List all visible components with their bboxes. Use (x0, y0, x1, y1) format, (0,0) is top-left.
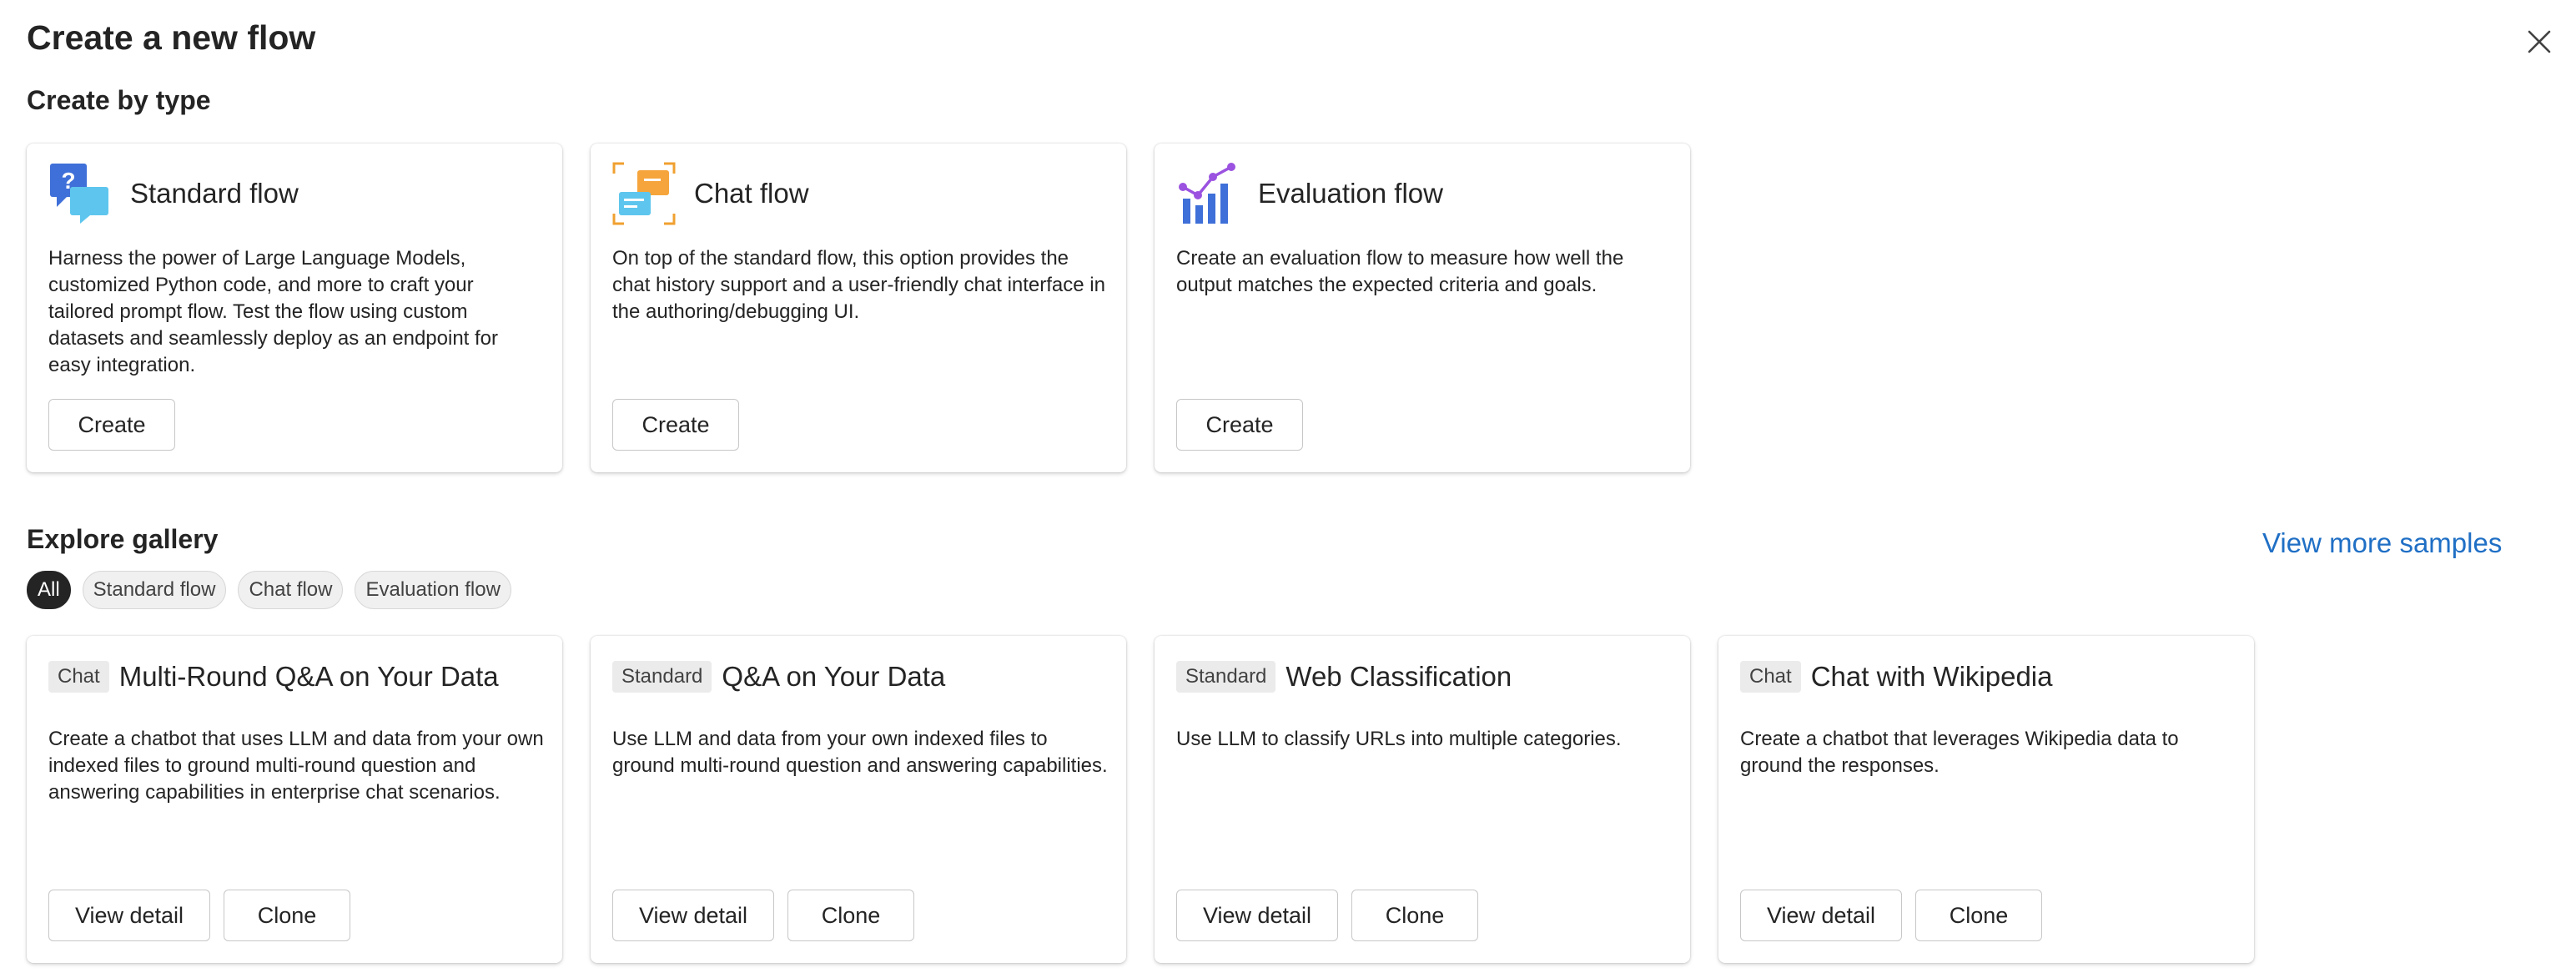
chat-flow-icon (612, 162, 676, 225)
gallery-card-qa-on-your-data: Standard Q&A on Your Data Use LLM and da… (591, 636, 1126, 963)
clone-button[interactable]: Clone (1351, 890, 1478, 941)
card-title: Standard flow (130, 178, 299, 209)
section-title-explore-gallery: Explore gallery (27, 524, 219, 554)
view-detail-button[interactable]: View detail (1176, 890, 1338, 941)
gallery-card-multi-round-qa: Chat Multi-Round Q&A on Your Data Create… (27, 636, 562, 963)
create-standard-flow-button[interactable]: Create (48, 399, 175, 451)
clone-button[interactable]: Clone (1915, 890, 2042, 941)
card-description: Create an evaluation flow to measure how… (1176, 247, 1624, 296)
section-title-create-by-type: Create by type (27, 85, 211, 115)
create-evaluation-flow-button[interactable]: Create (1176, 399, 1303, 451)
filter-pill-standard-flow[interactable]: Standard flow (82, 571, 227, 609)
card-title: Q&A on Your Data (722, 661, 946, 692)
close-button[interactable] (2523, 25, 2556, 58)
card-description: Create a chatbot that leverages Wikipedi… (1740, 728, 2179, 777)
card-description: Create a chatbot that uses LLM and data … (48, 728, 544, 804)
card-title: Evaluation flow (1258, 178, 1443, 209)
view-detail-button[interactable]: View detail (1740, 890, 1902, 941)
standard-flow-card: ? Standard flow Harness the power of Lar… (27, 144, 562, 472)
evaluation-flow-card: Evaluation flow Create an evaluation flo… (1155, 144, 1690, 472)
flow-type-tag: Standard (1176, 661, 1276, 693)
view-detail-button[interactable]: View detail (612, 890, 774, 941)
card-description: Use LLM and data from your own indexed f… (612, 728, 1108, 777)
clone-button[interactable]: Clone (224, 890, 350, 941)
filter-pill-all[interactable]: All (27, 571, 71, 609)
flow-type-tag: Chat (48, 661, 109, 693)
chat-flow-card: Chat flow On top of the standard flow, t… (591, 144, 1126, 472)
card-description: Use LLM to classify URLs into multiple c… (1176, 728, 1622, 750)
gallery-card-chat-with-wikipedia: Chat Chat with Wikipedia Create a chatbo… (1718, 636, 2254, 963)
view-more-samples-link[interactable]: View more samples (2262, 527, 2502, 559)
clone-button[interactable]: Clone (787, 890, 914, 941)
page-title: Create a new flow (27, 18, 316, 57)
create-chat-flow-button[interactable]: Create (612, 399, 739, 451)
gallery-card-web-classification: Standard Web Classification Use LLM to c… (1155, 636, 1690, 963)
view-detail-button[interactable]: View detail (48, 890, 210, 941)
gallery-filter-bar: All Standard flow Chat flow Evaluation f… (27, 571, 511, 609)
filter-pill-chat-flow[interactable]: Chat flow (238, 571, 344, 609)
evaluation-flow-icon (1179, 163, 1235, 224)
card-title: Multi-Round Q&A on Your Data (118, 661, 499, 692)
flow-type-tag: Standard (612, 661, 712, 693)
flow-type-tag: Chat (1740, 661, 1801, 693)
filter-pill-evaluation-flow[interactable]: Evaluation flow (355, 571, 511, 609)
card-title: Chat flow (694, 178, 809, 209)
card-description: On top of the standard flow, this option… (612, 247, 1105, 323)
card-description: Harness the power of Large Language Mode… (48, 247, 499, 376)
card-title: Web Classification (1285, 661, 1512, 692)
card-title: Chat with Wikipedia (1810, 661, 2053, 692)
standard-flow-icon: ? (50, 164, 108, 224)
close-icon (2528, 30, 2551, 53)
